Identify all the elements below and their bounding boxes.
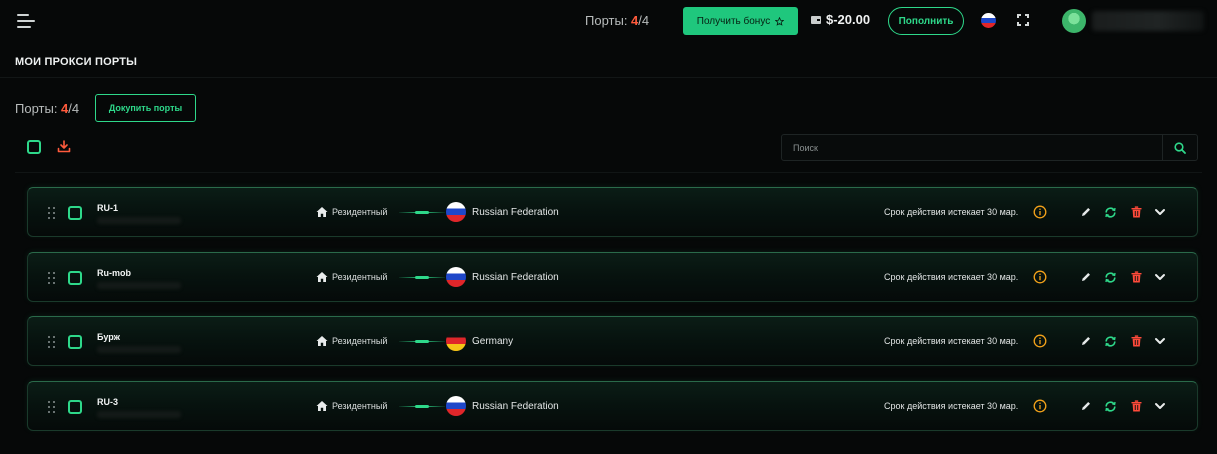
russia-flag-icon[interactable] [981, 13, 996, 28]
ports-counter: Порты: 4/4 [585, 13, 649, 28]
row-checkbox[interactable] [68, 206, 82, 220]
trash-icon[interactable] [1131, 271, 1142, 283]
edit-icon[interactable] [1080, 271, 1092, 283]
germany-flag-icon [446, 331, 466, 351]
expiry-text: Срок действия истекает 30 мар. [884, 401, 1019, 411]
home-icon [316, 336, 328, 346]
proxy-type: Резидентный [332, 272, 388, 282]
menu-icon[interactable] [17, 14, 35, 28]
trash-icon[interactable] [1131, 335, 1142, 347]
divider [0, 77, 1217, 78]
info-icon[interactable] [1033, 270, 1047, 284]
port-card-2[interactable]: Ru-mob Резидентный Russian Federation Ср… [27, 252, 1198, 302]
search-button[interactable] [1162, 135, 1197, 160]
bonus-label: Получить бонус [696, 15, 771, 27]
home-icon [316, 272, 328, 282]
home-icon [316, 207, 328, 217]
expiry-text: Срок действия истекает 30 мар. [884, 272, 1019, 282]
russia-flag-icon [446, 396, 466, 416]
search-box [781, 134, 1198, 161]
ports-counter: Порты: 4/4 [15, 101, 79, 116]
connection-line [399, 340, 445, 343]
fullscreen-icon[interactable] [1017, 14, 1029, 26]
select-all-checkbox[interactable] [27, 140, 41, 154]
refresh-icon[interactable] [1104, 271, 1117, 284]
user-name-redacted[interactable] [1092, 11, 1204, 31]
port-address-redacted [97, 411, 181, 418]
chevron-down-icon[interactable] [1154, 336, 1166, 346]
drag-handle-icon[interactable] [48, 272, 56, 284]
get-bonus-button[interactable]: Получить бонус [683, 7, 798, 35]
search-input[interactable] [782, 135, 1162, 160]
country-name: Russian Federation [472, 401, 559, 412]
ports-label: Порты: [15, 101, 62, 116]
edit-icon[interactable] [1080, 335, 1092, 347]
country-name: Germany [472, 336, 514, 347]
avatar[interactable] [1062, 9, 1086, 33]
download-icon[interactable] [57, 140, 71, 153]
refresh-icon[interactable] [1104, 400, 1117, 413]
country-name: Russian Federation [472, 207, 559, 218]
balance-value: $-20.00 [826, 12, 871, 27]
top-up-button[interactable]: Пополнить [888, 7, 964, 35]
trash-icon[interactable] [1131, 206, 1142, 218]
info-icon[interactable] [1033, 205, 1047, 219]
ports-label: Порты: [585, 13, 632, 28]
star-icon [775, 16, 785, 26]
chevron-down-icon[interactable] [1154, 272, 1166, 282]
edit-icon[interactable] [1080, 206, 1092, 218]
drag-handle-icon[interactable] [48, 401, 56, 413]
expiry-text: Срок действия истекает 30 мар. [884, 207, 1019, 217]
port-card-1[interactable]: RU-1 Резидентный Russian Federation Срок… [27, 187, 1198, 237]
connection-line [399, 276, 445, 279]
chevron-down-icon[interactable] [1154, 401, 1166, 411]
search-icon [1174, 141, 1186, 154]
home-icon [316, 401, 328, 411]
drag-handle-icon[interactable] [48, 336, 56, 348]
ports-total: /4 [68, 101, 80, 116]
chevron-down-icon[interactable] [1154, 207, 1166, 217]
port-card-4[interactable]: RU-3 Резидентный Russian Federation Срок… [27, 381, 1198, 431]
expiry-text: Срок действия истекает 30 мар. [884, 336, 1019, 346]
country-name: Russian Federation [472, 272, 559, 283]
page-title: МОИ ПРОКСИ ПОРТЫ [15, 56, 138, 68]
buy-ports-button[interactable]: Докупить порты [95, 94, 196, 122]
info-icon[interactable] [1033, 399, 1047, 413]
proxy-type: Резидентный [332, 401, 388, 411]
port-name: RU-3 [97, 397, 119, 407]
divider [15, 172, 1202, 173]
info-icon[interactable] [1033, 334, 1047, 348]
edit-icon[interactable] [1080, 400, 1092, 412]
trash-icon[interactable] [1131, 400, 1142, 412]
refresh-icon[interactable] [1104, 335, 1117, 348]
port-address-redacted [97, 217, 181, 224]
port-card-3[interactable]: Бурж Резидентный Germany Срок действия и… [27, 316, 1198, 366]
proxy-type: Резидентный [332, 207, 388, 217]
russia-flag-icon [446, 267, 466, 287]
port-name: RU-1 [97, 203, 119, 213]
wallet-icon [811, 16, 821, 24]
port-address-redacted [97, 282, 181, 289]
refresh-icon[interactable] [1104, 206, 1117, 219]
russia-flag-icon [446, 202, 466, 222]
row-checkbox[interactable] [68, 335, 82, 349]
connection-line [399, 211, 445, 214]
row-checkbox[interactable] [68, 400, 82, 414]
port-name: Ru-mob [97, 268, 131, 278]
proxy-type: Резидентный [332, 336, 388, 346]
port-name: Бурж [97, 332, 120, 342]
port-address-redacted [97, 346, 181, 353]
connection-line [399, 405, 445, 408]
top-header: Порты: 4/4 Получить бонус $-20.00 Пополн… [0, 0, 1217, 42]
ports-total: /4 [638, 13, 650, 28]
drag-handle-icon[interactable] [48, 207, 56, 219]
row-checkbox[interactable] [68, 271, 82, 285]
